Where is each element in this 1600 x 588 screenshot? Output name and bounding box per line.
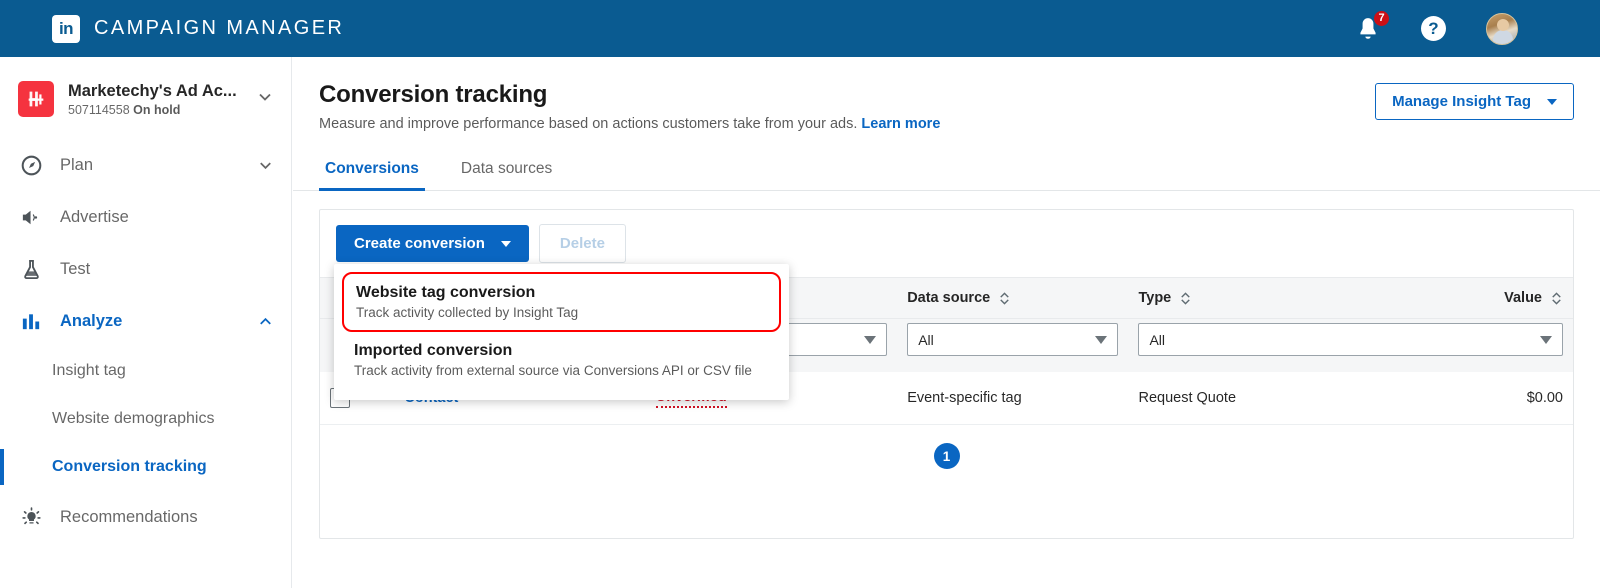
menu-item-subtitle: Track activity collected by Insight Tag <box>356 305 579 320</box>
notifications-button[interactable]: 7 <box>1355 9 1390 42</box>
sort-icon[interactable] <box>998 291 1011 306</box>
menu-item-imported-conversion[interactable]: Imported conversion Track activity from … <box>334 332 789 388</box>
sidebar-item-recommendations[interactable]: Recommendations <box>0 491 291 543</box>
sidebar-item-insight-tag[interactable]: Insight tag <box>0 347 291 395</box>
menu-item-subtitle: Track activity from external source via … <box>354 363 752 378</box>
sidebar-item-label: Analyze <box>60 311 123 330</box>
top-header-bar: in CAMPAIGN MANAGER 7 ? <box>0 0 1600 57</box>
pagination-page-1[interactable]: 1 <box>933 443 960 469</box>
help-icon[interactable]: ? <box>1421 16 1446 41</box>
filter-cell-type: All <box>1128 318 1573 372</box>
sidebar-subitem-label: Conversion tracking <box>52 458 207 475</box>
brand-logo-group[interactable]: in CAMPAIGN MANAGER <box>52 14 345 43</box>
primary-nav: Plan Advertise Test Analyze Insight tag … <box>0 139 291 543</box>
filter-type-value: All <box>1149 331 1166 348</box>
column-header-type[interactable]: Type <box>1128 277 1360 319</box>
brand-title: CAMPAIGN MANAGER <box>94 17 345 39</box>
chevron-up-icon[interactable] <box>256 312 275 331</box>
manage-insight-tag-button[interactable]: Manage Insight Tag <box>1375 83 1574 120</box>
row-value-cell: $0.00 <box>1359 372 1573 425</box>
menu-item-title: Imported conversion <box>354 342 513 359</box>
notification-badge: 7 <box>1373 9 1390 27</box>
sort-icon[interactable] <box>1550 291 1563 306</box>
sidebar-subitem-label: Website demographics <box>52 410 215 427</box>
account-id: 507114558 <box>68 102 130 117</box>
create-conversion-button[interactable]: Create conversion <box>336 225 529 262</box>
tab-conversions[interactable]: Conversions <box>319 152 425 191</box>
sidebar-item-plan[interactable]: Plan <box>0 139 291 191</box>
column-label: Value <box>1504 290 1542 306</box>
chevron-down-icon <box>500 240 511 247</box>
row-data-source-cell: Event-specific tag <box>897 372 1129 425</box>
row-type-cell: Request Quote <box>1128 372 1360 425</box>
account-status: On hold <box>133 102 181 117</box>
account-meta: 507114558 On hold <box>68 103 249 117</box>
filter-type-select[interactable]: All <box>1138 323 1563 356</box>
create-conversion-menu: Website tag conversion Track activity co… <box>334 264 789 400</box>
flask-icon <box>18 258 44 281</box>
delete-button[interactable]: Delete <box>538 224 626 263</box>
megaphone-icon <box>18 206 44 229</box>
sidebar-item-analyze[interactable]: Analyze <box>0 295 291 347</box>
chevron-down-icon <box>864 335 877 344</box>
filter-data-source-select[interactable]: All <box>907 323 1119 356</box>
account-logo-icon <box>18 81 54 117</box>
filter-cell-data-source: All <box>897 318 1129 372</box>
column-header-data-source[interactable]: Data source <box>897 277 1129 319</box>
sidebar-item-test[interactable]: Test <box>0 243 291 295</box>
filter-data-source-value: All <box>918 331 934 348</box>
create-conversion-label: Create conversion <box>354 235 485 252</box>
menu-item-title: Website tag conversion <box>356 284 536 301</box>
sidebar-item-label: Advertise <box>60 207 129 226</box>
avatar[interactable] <box>1486 12 1518 45</box>
sidebar-subitem-label: Insight tag <box>52 362 126 379</box>
main-content: Conversion tracking Measure and improve … <box>293 57 1600 588</box>
pagination: 1 <box>320 425 1573 487</box>
account-switcher[interactable]: Marketechy's Ad Ac... 507114558 On hold <box>0 57 291 133</box>
chevron-down-icon <box>1547 98 1557 105</box>
sidebar-item-label: Plan <box>60 155 94 174</box>
sidebar-item-label: Recommendations <box>60 507 198 526</box>
tab-bar: Conversions Data sources <box>293 152 1600 191</box>
lightbulb-icon <box>18 506 44 529</box>
column-label: Data source <box>907 290 991 306</box>
menu-item-website-tag-conversion[interactable]: Website tag conversion Track activity co… <box>342 272 781 332</box>
manage-insight-tag-label: Manage Insight Tag <box>1392 93 1531 110</box>
sidebar-item-website-demographics[interactable]: Website demographics <box>0 395 291 443</box>
chevron-down-icon[interactable] <box>256 156 275 175</box>
sort-icon[interactable] <box>1179 291 1192 306</box>
sidebar-item-conversion-tracking[interactable]: Conversion tracking <box>0 443 291 491</box>
sidebar-item-advertise[interactable]: Advertise <box>0 191 291 243</box>
account-name: Marketechy's Ad Ac... <box>68 81 237 100</box>
column-label: Type <box>1138 290 1172 306</box>
page-subtitle-text: Measure and improve performance based on… <box>319 116 858 132</box>
header-actions: 7 ? <box>1355 0 1600 57</box>
linkedin-logo-icon: in <box>52 14 80 43</box>
sidebar-item-label: Test <box>60 259 91 278</box>
chevron-down-icon <box>255 87 275 112</box>
page-header: Conversion tracking Measure and improve … <box>293 57 1600 132</box>
sidebar: Marketechy's Ad Ac... 507114558 On hold … <box>0 57 292 588</box>
column-header-value[interactable]: Value <box>1359 277 1573 319</box>
conversions-card: Create conversion Delete Name <box>319 209 1574 539</box>
tab-data-sources[interactable]: Data sources <box>455 152 558 190</box>
chevron-down-icon <box>1095 335 1108 344</box>
bar-chart-icon <box>18 310 44 333</box>
learn-more-link[interactable]: Learn more <box>861 116 940 132</box>
compass-icon <box>18 154 44 177</box>
chevron-down-icon <box>1540 335 1552 344</box>
